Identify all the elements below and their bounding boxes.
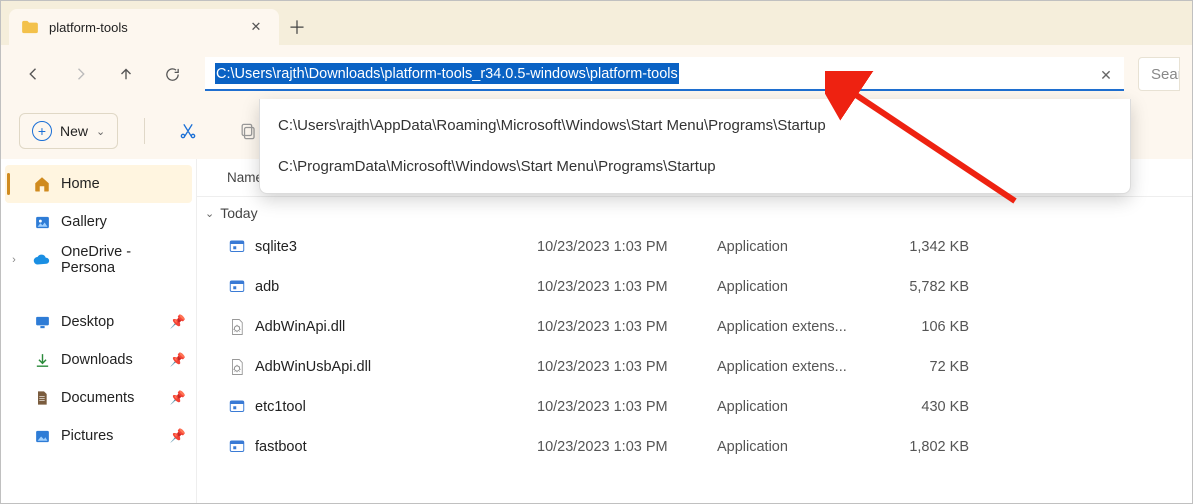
sidebar-label: Home: [61, 176, 100, 192]
file-date: 10/23/2023 1:03 PM: [537, 239, 717, 255]
refresh-button[interactable]: [151, 55, 193, 93]
search-input[interactable]: Sear: [1138, 57, 1180, 91]
file-row[interactable]: sqlite310/23/2023 1:03 PMApplication1,34…: [197, 227, 1192, 267]
suggestion-item[interactable]: C:\Users\rajth\AppData\Roaming\Microsoft…: [260, 105, 1130, 146]
sidebar-item-home[interactable]: Home: [5, 165, 192, 203]
group-label: Today: [220, 205, 257, 221]
sidebar-item-gallery[interactable]: Gallery: [1, 203, 196, 241]
file-type: Application: [717, 399, 889, 415]
desktop-icon: [33, 313, 51, 331]
address-input[interactable]: [205, 57, 1124, 91]
file-name: sqlite3: [255, 239, 537, 255]
folder-icon: [21, 20, 39, 34]
pin-icon: 📌: [170, 352, 186, 368]
file-date: 10/23/2023 1:03 PM: [537, 319, 717, 335]
sidebar-label: Documents: [61, 390, 134, 406]
chevron-down-icon: ⌄: [96, 125, 105, 138]
file-row[interactable]: fastboot10/23/2023 1:03 PMApplication1,8…: [197, 427, 1192, 467]
pin-icon: 📌: [170, 390, 186, 406]
pin-icon: 📌: [170, 428, 186, 444]
file-size: 72 KB: [889, 359, 989, 375]
new-button[interactable]: + New ⌄: [19, 113, 118, 149]
file-name: fastboot: [255, 439, 537, 455]
chevron-right-icon: ›: [5, 254, 23, 266]
file-date: 10/23/2023 1:03 PM: [537, 359, 717, 375]
file-type: Application: [717, 439, 889, 455]
address-clear-button[interactable]: ✕: [1096, 65, 1116, 85]
file-row[interactable]: AdbWinUsbApi.dll10/23/2023 1:03 PMApplic…: [197, 347, 1192, 387]
suggestion-item[interactable]: C:\ProgramData\Microsoft\Windows\Start M…: [260, 146, 1130, 187]
file-row[interactable]: AdbWinApi.dll10/23/2023 1:03 PMApplicati…: [197, 307, 1192, 347]
sidebar-item-pictures[interactable]: Pictures 📌: [1, 417, 196, 455]
new-tab-button[interactable]: ＋: [279, 9, 315, 45]
pin-icon: 📌: [170, 314, 186, 330]
chevron-down-icon: ⌄: [205, 207, 214, 220]
address-suggestions: C:\Users\rajth\AppData\Roaming\Microsoft…: [259, 99, 1131, 194]
download-icon: [33, 351, 51, 369]
sidebar-label: Gallery: [61, 214, 107, 230]
file-type: Application extens...: [717, 359, 889, 375]
file-date: 10/23/2023 1:03 PM: [537, 399, 717, 415]
gallery-icon: [33, 213, 51, 231]
file-icon: [227, 277, 247, 297]
file-row[interactable]: adb10/23/2023 1:03 PMApplication5,782 KB: [197, 267, 1192, 307]
home-icon: [33, 175, 51, 193]
file-icon: [227, 317, 247, 337]
sidebar-item-onedrive[interactable]: › OneDrive - Persona: [1, 241, 196, 279]
file-name: AdbWinUsbApi.dll: [255, 359, 537, 375]
file-size: 106 KB: [889, 319, 989, 335]
back-button[interactable]: [13, 55, 55, 93]
file-date: 10/23/2023 1:03 PM: [537, 279, 717, 295]
sidebar-item-documents[interactable]: Documents 📌: [1, 379, 196, 417]
file-type: Application: [717, 279, 889, 295]
divider: [144, 118, 145, 144]
file-icon: [227, 237, 247, 257]
file-row[interactable]: etc1tool10/23/2023 1:03 PMApplication430…: [197, 387, 1192, 427]
sidebar-label: Pictures: [61, 428, 113, 444]
file-icon: [227, 437, 247, 457]
new-button-label: New: [60, 123, 88, 139]
sidebar-item-desktop[interactable]: Desktop 📌: [1, 303, 196, 341]
sidebar-label: Desktop: [61, 314, 114, 330]
file-date: 10/23/2023 1:03 PM: [537, 439, 717, 455]
cut-button[interactable]: [171, 114, 205, 148]
content-area: Home Gallery › OneDrive - Persona Deskto…: [1, 159, 1192, 503]
sidebar-label: Downloads: [61, 352, 133, 368]
file-name: etc1tool: [255, 399, 537, 415]
tab-close-button[interactable]: ✕: [245, 16, 267, 38]
file-icon: [227, 357, 247, 377]
file-size: 430 KB: [889, 399, 989, 415]
file-type: Application extens...: [717, 319, 889, 335]
nav-toolbar: C:\Users\rajth\Downloads\platform-tools_…: [1, 45, 1192, 103]
file-type: Application: [717, 239, 889, 255]
sidebar-label: OneDrive - Persona: [61, 244, 184, 276]
file-name: AdbWinApi.dll: [255, 319, 537, 335]
tab-current[interactable]: platform-tools ✕: [9, 9, 279, 45]
document-icon: [33, 389, 51, 407]
up-button[interactable]: [105, 55, 147, 93]
group-today[interactable]: ⌄ Today: [197, 197, 1192, 227]
file-icon: [227, 397, 247, 417]
forward-button[interactable]: [59, 55, 101, 93]
file-size: 1,802 KB: [889, 439, 989, 455]
pictures-icon: [33, 427, 51, 445]
file-list: Name Date modified Type Size ⌄ Today sql…: [197, 159, 1192, 503]
tab-bar: platform-tools ✕ ＋: [1, 1, 1192, 45]
sidebar: Home Gallery › OneDrive - Persona Deskto…: [1, 159, 197, 503]
sidebar-item-downloads[interactable]: Downloads 📌: [1, 341, 196, 379]
plus-icon: +: [32, 121, 52, 141]
file-size: 5,782 KB: [889, 279, 989, 295]
cloud-icon: [33, 251, 51, 269]
file-size: 1,342 KB: [889, 239, 989, 255]
tab-title: platform-tools: [49, 20, 245, 35]
file-name: adb: [255, 279, 537, 295]
address-bar[interactable]: C:\Users\rajth\Downloads\platform-tools_…: [205, 57, 1124, 91]
